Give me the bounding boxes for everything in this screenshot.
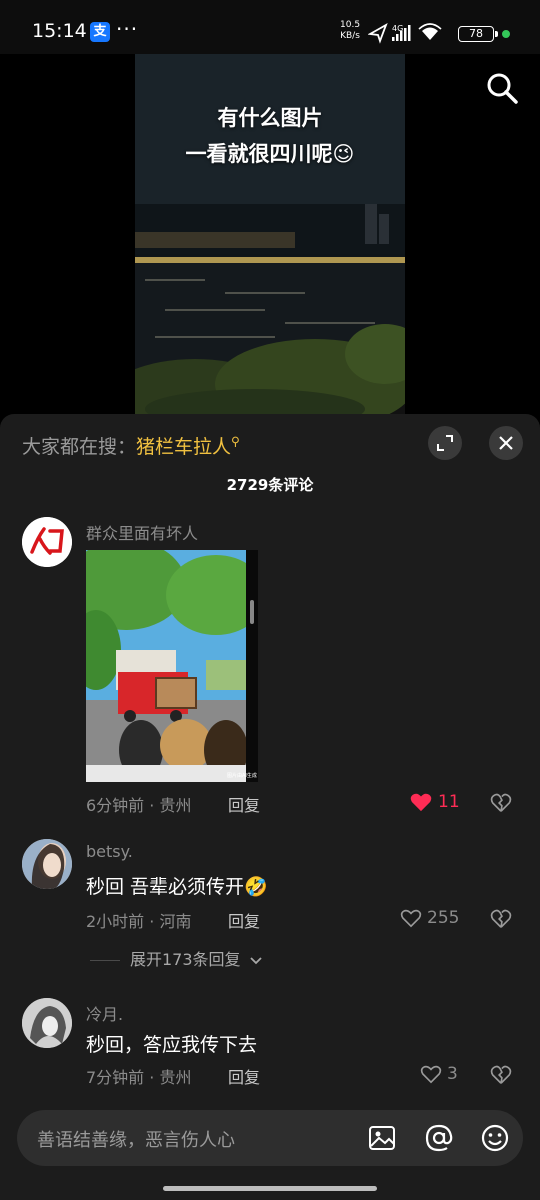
video-player[interactable]: 有什么图片 一看就很四川呢😉 [0,54,540,414]
comment-count: 2729条评论 [226,476,314,494]
wifi-icon [422,27,438,40]
avatar[interactable] [22,998,72,1048]
dislike-icon[interactable] [490,908,512,930]
chevron-down-icon [250,956,262,964]
comment-time: 2小时前 [86,912,145,931]
signal-wifi-icons: 4G [368,23,442,44]
network-speed: 10.5 KB/s [340,20,360,42]
comment-time: 6分钟前 [86,796,145,815]
comment-location: 贵州 [159,1068,192,1087]
heart-icon[interactable] [410,792,432,812]
avatar-photo [22,998,72,1048]
comment-username[interactable]: betsy. [86,842,133,861]
like-count: 3 [447,1064,458,1084]
comment-meta: 7分钟前 · 贵州 [86,1068,192,1087]
comment-input-bar[interactable]: 善语结善缘，恶言伤人心 [17,1110,523,1166]
image-scrollbar [250,600,254,624]
image-icon[interactable] [366,1122,398,1154]
video-frame: 有什么图片 一看就很四川呢😉 [135,54,405,414]
comment-time: 7分钟前 [86,1068,145,1087]
divider [90,960,120,961]
mention-icon[interactable] [423,1122,455,1154]
alipay-notification-icon: 支 [90,22,110,42]
search-icon[interactable] [484,70,520,106]
avatar[interactable] [22,839,72,889]
dislike-icon[interactable] [490,792,512,814]
comment-image[interactable]: 图片由AI生成 [66,540,266,782]
close-icon [499,436,513,450]
search-small-icon: ⚲ [231,434,240,449]
network-speed-value: 10.5 [340,20,361,30]
status-time: 15:14 [32,20,87,42]
comment-text: 秒回 吾辈必须传开🤣 [86,876,268,898]
comment-meta: 2小时前 · 河南 [86,912,192,931]
expand-replies-button[interactable]: 展开173条回复 [90,946,263,970]
comment-username[interactable]: 群众里面有坏人 [86,520,198,544]
status-dot [502,30,510,38]
heart-icon[interactable] [400,908,422,928]
battery-indicator: 78 [458,26,498,42]
comment-meta: 6分钟前 · 贵州 [86,796,192,815]
hot-search-label: 大家都在搜： [22,436,137,458]
video-caption-line2: 一看就很四川呢😉 [185,142,355,166]
comments-sheet: 大家都在搜：猪栏车拉人⚲ 2729条评论 群众里面有坏人 图片由AI生成 6分钟… [0,414,540,1200]
comment-text: 秒回，答应我传下去 [86,1034,258,1056]
avatar-photo [22,839,72,889]
avatar[interactable] [22,517,72,567]
status-bar: 15:14 支 ··· 10.5 KB/s 4G 78 [0,0,540,62]
comment-input-placeholder[interactable]: 善语结善缘，恶言伤人心 [37,1126,235,1152]
expand-button[interactable] [428,426,462,460]
close-button[interactable] [489,426,523,460]
comment-image-illustration [66,540,266,782]
network-speed-unit: KB/s [340,31,360,41]
reply-button[interactable]: 回复 [228,908,260,932]
image-caption: 图片由AI生成 [227,773,257,779]
home-indicator[interactable] [163,1186,377,1191]
heart-icon[interactable] [420,1064,442,1084]
hot-search-bar[interactable]: 大家都在搜：猪栏车拉人⚲ [22,432,240,459]
comment-location: 河南 [159,912,192,931]
avatar-logo [22,517,72,567]
expand-replies-label: 展开173条回复 [130,950,241,969]
hot-search-term[interactable]: 猪栏车拉人 [136,436,231,458]
comment-location: 贵州 [159,796,192,815]
expand-icon [437,435,453,451]
emoji-icon[interactable] [479,1122,511,1154]
comment-username[interactable]: 冷月. [86,1001,123,1025]
video-caption-line1: 有什么图片 [217,106,323,130]
reply-button[interactable]: 回复 [228,792,260,816]
more-notifications-icon: ··· [116,17,139,41]
dislike-icon[interactable] [490,1064,512,1086]
reply-button[interactable]: 回复 [228,1064,260,1088]
like-count: 11 [438,792,460,812]
location-icon [368,23,388,44]
like-count: 255 [427,908,460,928]
